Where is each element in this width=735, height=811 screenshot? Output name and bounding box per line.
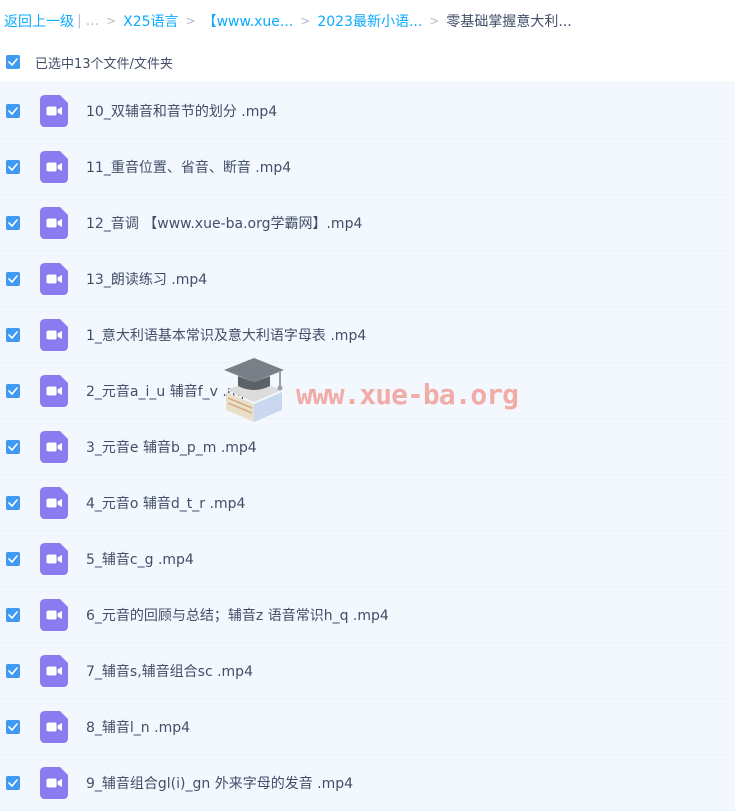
file-name: 7_辅音s,辅音组合sc .mp4 [86,663,253,680]
file-checkbox[interactable] [6,663,20,678]
video-file-icon [40,206,68,239]
file-name: 12_音调 【www.xue-ba.org学霸网】.mp4 [86,215,363,232]
video-file-icon [40,318,68,351]
video-file-icon [40,374,68,407]
checkmark-icon [8,442,18,451]
file-checkbox[interactable] [6,383,20,398]
file-row[interactable]: 12_音调 【www.xue-ba.org学霸网】.mp4 [0,195,735,251]
video-file-icon [40,486,68,519]
video-file-icon [40,710,68,743]
checkmark-icon [8,330,18,339]
file-name: 2_元音a_i_u 辅音f_v .mp4 [86,383,259,400]
file-row[interactable]: 1_意大利语基本常识及意大利语字母表 .mp4 [0,307,735,363]
file-list: 10_双辅音和音节的划分 .mp4 11_重音位置、省音、断音 .mp4 12_… [0,82,735,811]
selection-count-label: 已选中13个文件/文件夹 [35,56,173,72]
file-name: 6_元音的回顾与总结；辅音z 语音常识h_q .mp4 [86,607,389,624]
checkmark-icon [8,666,18,675]
video-file-icon [40,150,68,183]
video-file-icon [40,654,68,687]
breadcrumb: 返回上一级 | ... > X25语言 > 【www.xue... > 2023… [0,0,735,42]
breadcrumb-divider: | [77,13,82,29]
breadcrumb-separator: > [185,14,196,28]
breadcrumb-ellipsis[interactable]: ... [86,13,99,29]
file-row[interactable]: 4_元音o 辅音d_t_r .mp4 [0,475,735,531]
video-file-icon [40,542,68,575]
file-name: 1_意大利语基本常识及意大利语字母表 .mp4 [86,327,367,344]
video-file-icon [40,94,68,127]
file-checkbox[interactable] [6,159,20,174]
checkmark-icon [8,218,18,227]
file-checkbox[interactable] [6,103,20,118]
video-file-icon [40,598,68,631]
checkmark-icon [8,162,18,171]
breadcrumb-back-link[interactable]: 返回上一级 [4,11,74,31]
breadcrumb-item-x25[interactable]: X25语言 [123,11,178,31]
file-row[interactable]: 8_辅音l_n .mp4 [0,699,735,755]
checkmark-icon [8,386,18,395]
file-name: 5_辅音c_g .mp4 [86,551,194,568]
file-checkbox[interactable] [6,719,20,734]
file-name: 10_双辅音和音节的划分 .mp4 [86,103,278,120]
file-checkbox[interactable] [6,271,20,286]
file-row[interactable]: 11_重音位置、省音、断音 .mp4 [0,139,735,195]
file-checkbox[interactable] [6,439,20,454]
checkmark-icon [8,722,18,731]
file-checkbox[interactable] [6,607,20,622]
file-row[interactable]: 3_元音e 辅音b_p_m .mp4 [0,419,735,475]
breadcrumb-separator: > [300,14,311,28]
file-name: 11_重音位置、省音、断音 .mp4 [86,159,292,176]
breadcrumb-separator: > [429,14,440,28]
checkmark-icon [8,554,18,563]
file-row[interactable]: 5_辅音c_g .mp4 [0,531,735,587]
checkmark-icon [8,106,18,115]
checkmark-icon [8,274,18,283]
checkmark-icon [8,58,18,66]
file-name: 8_辅音l_n .mp4 [86,719,191,736]
file-name: 4_元音o 辅音d_t_r .mp4 [86,495,246,512]
checkmark-icon [8,498,18,507]
select-all-bar: 已选中13个文件/文件夹 [0,42,735,82]
file-name: 9_辅音组合gl(i)_gn 外来字母的发音 .mp4 [86,775,354,792]
file-row[interactable]: 7_辅音s,辅音组合sc .mp4 [0,643,735,699]
file-checkbox[interactable] [6,215,20,230]
file-row[interactable]: 9_辅音组合gl(i)_gn 外来字母的发音 .mp4 [0,755,735,811]
breadcrumb-item-2023[interactable]: 2023最新小语... [317,11,422,31]
select-all-checkbox[interactable] [6,55,20,69]
file-checkbox[interactable] [6,327,20,342]
file-row[interactable]: 6_元音的回顾与总结；辅音z 语音常识h_q .mp4 [0,587,735,643]
file-name: 3_元音e 辅音b_p_m .mp4 [86,439,257,456]
video-file-icon [40,766,68,799]
file-checkbox[interactable] [6,495,20,510]
file-row[interactable]: 2_元音a_i_u 辅音f_v .mp4 [0,363,735,419]
checkmark-icon [8,778,18,787]
breadcrumb-item-xueba[interactable]: 【www.xue... [203,11,294,31]
checkmark-icon [8,610,18,619]
video-file-icon [40,430,68,463]
file-name: 13_朗读练习 .mp4 [86,271,208,288]
breadcrumb-separator: > [106,14,117,28]
file-checkbox[interactable] [6,775,20,790]
file-row[interactable]: 10_双辅音和音节的划分 .mp4 [0,82,735,139]
video-file-icon [40,262,68,295]
breadcrumb-current: 零基础掌握意大利... [446,14,572,30]
file-row[interactable]: 13_朗读练习 .mp4 [0,251,735,307]
file-checkbox[interactable] [6,551,20,566]
